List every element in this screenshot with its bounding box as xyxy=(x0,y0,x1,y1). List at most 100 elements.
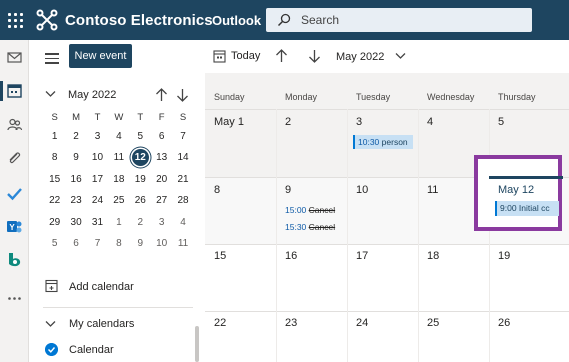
mini-day[interactable]: 5 xyxy=(44,233,65,254)
day-number[interactable]: 4 xyxy=(427,116,433,128)
event-time: 10:30 xyxy=(358,137,380,147)
todo-check-icon[interactable] xyxy=(6,185,23,202)
bookings-icon[interactable] xyxy=(6,251,23,268)
brand-name: Contoso Electronics xyxy=(65,12,213,29)
weekday-header: Sunday Monday Tuesday Wednesday Thursday xyxy=(205,73,569,109)
mini-day[interactable]: 4 xyxy=(108,126,129,147)
mini-day[interactable]: 29 xyxy=(44,212,65,233)
month-selector[interactable]: May 2022 xyxy=(336,51,384,63)
chevron-down-icon[interactable] xyxy=(395,52,406,60)
mail-icon[interactable] xyxy=(6,49,23,66)
mini-day[interactable]: 1 xyxy=(108,212,129,233)
today-cell-highlight[interactable]: May 12 9:00 Initial cc xyxy=(474,155,563,231)
day-number[interactable]: 2 xyxy=(285,116,291,128)
sidebar-scrollbar[interactable] xyxy=(195,326,199,362)
calendar-icon[interactable] xyxy=(6,82,23,99)
day-number[interactable]: 8 xyxy=(214,184,220,196)
mini-day[interactable]: 2 xyxy=(130,212,151,233)
mini-day[interactable]: 5 xyxy=(130,126,151,147)
people-icon[interactable] xyxy=(6,116,23,133)
mini-day[interactable]: 9 xyxy=(130,233,151,254)
attachment-icon[interactable] xyxy=(6,150,23,167)
previous-arrow-icon[interactable] xyxy=(275,49,288,63)
new-event-button[interactable]: New event xyxy=(69,44,132,68)
day-number[interactable]: 22 xyxy=(214,317,226,329)
search-box[interactable]: Search xyxy=(266,8,532,32)
next-arrow-icon[interactable] xyxy=(308,49,321,63)
hamburger-icon[interactable] xyxy=(45,53,59,64)
chevron-down-icon[interactable] xyxy=(45,90,56,98)
mini-calendar-grid: S M T W T F S 1 2 3 4 5 6 7 8 9 10 11 12… xyxy=(44,110,194,254)
event-time: 15:00 xyxy=(285,205,307,215)
arrow-down-icon[interactable] xyxy=(176,88,189,102)
mini-day[interactable]: 28 xyxy=(172,190,193,211)
day-number[interactable]: 16 xyxy=(285,250,297,262)
app-name[interactable]: Outlook xyxy=(212,13,261,28)
day-number[interactable]: 10 xyxy=(356,184,368,196)
mini-day[interactable]: 10 xyxy=(151,233,172,254)
day-number[interactable]: 17 xyxy=(356,250,368,262)
mini-day[interactable]: 22 xyxy=(44,190,65,211)
mini-day[interactable]: 8 xyxy=(108,233,129,254)
mini-day[interactable]: 7 xyxy=(172,126,193,147)
day-number[interactable]: 3 xyxy=(356,116,362,128)
mini-day[interactable]: 1 xyxy=(44,126,65,147)
arrow-up-icon[interactable] xyxy=(155,88,168,102)
day-number[interactable]: 19 xyxy=(498,250,510,262)
mini-day[interactable]: 9 xyxy=(65,147,86,168)
mini-day[interactable]: 27 xyxy=(151,190,172,211)
more-apps-icon[interactable] xyxy=(6,290,23,307)
mini-day[interactable]: 16 xyxy=(65,169,86,190)
app-rail: Y xyxy=(0,40,29,362)
day-number[interactable]: 25 xyxy=(427,317,439,329)
day-number[interactable]: 24 xyxy=(356,317,368,329)
today-button[interactable]: Today xyxy=(213,49,260,66)
mini-day[interactable]: 21 xyxy=(172,169,193,190)
day-number[interactable]: 9 xyxy=(285,184,291,196)
mini-week-row: 8 9 10 11 12 13 14 xyxy=(44,147,194,168)
mini-day[interactable]: 25 xyxy=(108,190,129,211)
mini-day-today[interactable]: 12 xyxy=(130,147,151,168)
cancelled-event[interactable]: 15:30 Cancel xyxy=(282,220,344,234)
mini-day[interactable]: 13 xyxy=(151,147,172,168)
mini-day[interactable]: 18 xyxy=(108,169,129,190)
app-launcher-icon[interactable] xyxy=(6,11,24,29)
mini-day[interactable]: 3 xyxy=(87,126,108,147)
mini-day[interactable]: 30 xyxy=(65,212,86,233)
mini-day[interactable]: 7 xyxy=(87,233,108,254)
yammer-icon[interactable]: Y xyxy=(6,218,23,235)
event-time: 15:30 xyxy=(285,222,307,232)
calendar-event[interactable]: 9:00 Initial cc xyxy=(495,201,559,216)
day-number[interactable]: 23 xyxy=(285,317,297,329)
mini-day[interactable]: 10 xyxy=(87,147,108,168)
mini-day[interactable]: 8 xyxy=(44,147,65,168)
day-number[interactable]: 26 xyxy=(498,317,510,329)
mini-day[interactable]: 20 xyxy=(151,169,172,190)
mini-day[interactable]: 15 xyxy=(44,169,65,190)
mini-day[interactable]: 17 xyxy=(87,169,108,190)
mini-day[interactable]: 2 xyxy=(65,126,86,147)
mini-day[interactable]: 6 xyxy=(65,233,86,254)
mini-day[interactable]: 26 xyxy=(130,190,151,211)
mini-calendar-title[interactable]: May 2022 xyxy=(68,89,116,101)
mini-day[interactable]: 11 xyxy=(108,147,129,168)
sidebar-divider xyxy=(43,307,193,308)
mini-day[interactable]: 24 xyxy=(87,190,108,211)
day-number[interactable]: 18 xyxy=(427,250,439,262)
mini-day[interactable]: 31 xyxy=(87,212,108,233)
my-calendars-label: My calendars xyxy=(69,318,135,330)
mini-day[interactable]: 14 xyxy=(172,147,193,168)
day-number[interactable]: 15 xyxy=(214,250,226,262)
column-divider xyxy=(276,109,277,362)
mini-day[interactable]: 23 xyxy=(65,190,86,211)
day-number[interactable]: 5 xyxy=(498,116,504,128)
mini-day[interactable]: 11 xyxy=(172,233,193,254)
mini-day[interactable]: 4 xyxy=(172,212,193,233)
calendar-event[interactable]: 10:30 person xyxy=(353,135,413,149)
cancelled-event[interactable]: 15:00 Cancel xyxy=(282,203,344,217)
mini-day[interactable]: 3 xyxy=(151,212,172,233)
day-number[interactable]: 11 xyxy=(427,184,438,196)
mini-day[interactable]: 6 xyxy=(151,126,172,147)
day-number[interactable]: May 1 xyxy=(214,116,244,128)
mini-day[interactable]: 19 xyxy=(130,169,151,190)
